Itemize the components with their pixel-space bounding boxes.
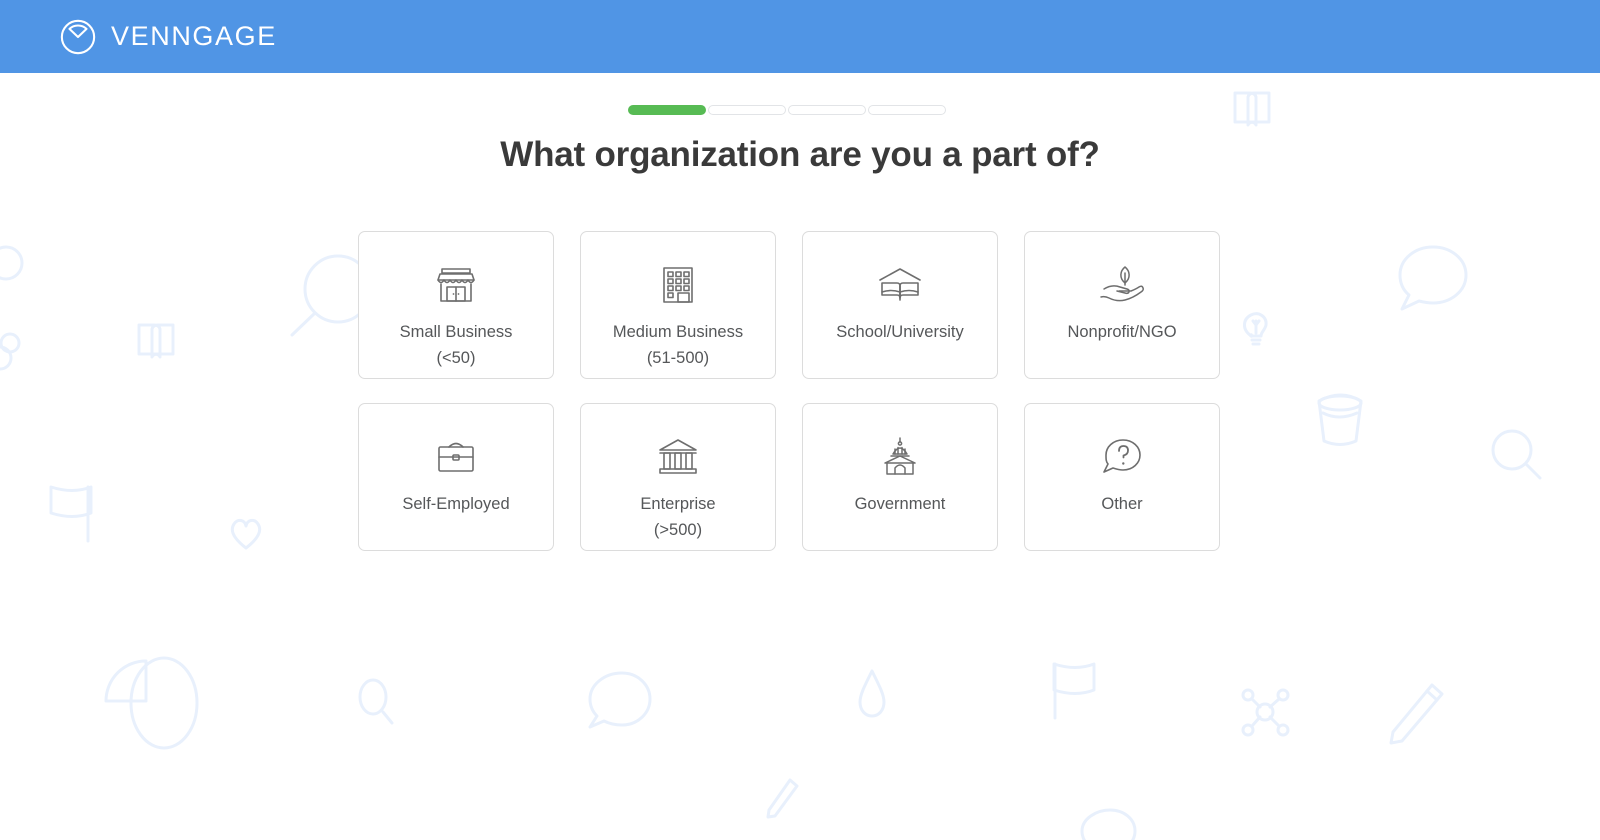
progress-step-3 xyxy=(788,105,866,115)
venngage-circle-logo-icon xyxy=(60,19,96,54)
organization-options-grid: Small Business (<50) Medium Business (51… xyxy=(358,231,1222,551)
option-label: Medium Business xyxy=(612,323,744,341)
option-card-medium-business[interactable]: Medium Business (51-500) xyxy=(580,231,776,379)
option-label: Other xyxy=(1101,495,1143,513)
app-header: VENNGAGE xyxy=(0,0,1600,73)
option-label: Self-Employed xyxy=(402,495,510,513)
storefront-icon xyxy=(433,263,479,307)
question-speech-bubble-icon xyxy=(1099,435,1145,479)
hand-leaf-icon xyxy=(1099,263,1145,307)
option-card-nonprofit-ngo[interactable]: Nonprofit/NGO xyxy=(1024,231,1220,379)
option-label: Nonprofit/NGO xyxy=(1067,323,1177,341)
option-card-small-business[interactable]: Small Business (<50) xyxy=(358,231,554,379)
option-sublabel: (>500) xyxy=(653,520,703,539)
option-label: Government xyxy=(854,495,946,513)
capitol-dome-icon xyxy=(877,435,923,479)
onboarding-stage: What organization are you a part of? Sma… xyxy=(0,73,1600,840)
option-label: Small Business xyxy=(399,323,513,341)
option-sublabel: (<50) xyxy=(436,348,476,367)
option-card-other[interactable]: Other xyxy=(1024,403,1220,551)
brand-name: VENNGAGE xyxy=(111,21,277,51)
columned-bank-icon xyxy=(655,435,701,479)
option-card-self-employed[interactable]: Self-Employed xyxy=(358,403,554,551)
progress-step-2 xyxy=(708,105,786,115)
progress-step-1 xyxy=(628,105,706,115)
briefcase-icon xyxy=(433,435,479,479)
option-sublabel: (51-500) xyxy=(646,348,710,367)
option-card-enterprise[interactable]: Enterprise (>500) xyxy=(580,403,776,551)
option-label: Enterprise xyxy=(640,495,716,513)
venngage-brand[interactable]: VENNGAGE xyxy=(59,18,277,56)
option-label: School/University xyxy=(836,323,964,341)
onboarding-progress-bar xyxy=(628,105,946,115)
progress-step-4 xyxy=(868,105,946,115)
option-card-government[interactable]: Government xyxy=(802,403,998,551)
option-card-school-university[interactable]: School/University xyxy=(802,231,998,379)
open-book-school-icon xyxy=(877,263,923,307)
page-title: What organization are you a part of? xyxy=(500,135,1100,174)
office-building-icon xyxy=(655,263,701,307)
